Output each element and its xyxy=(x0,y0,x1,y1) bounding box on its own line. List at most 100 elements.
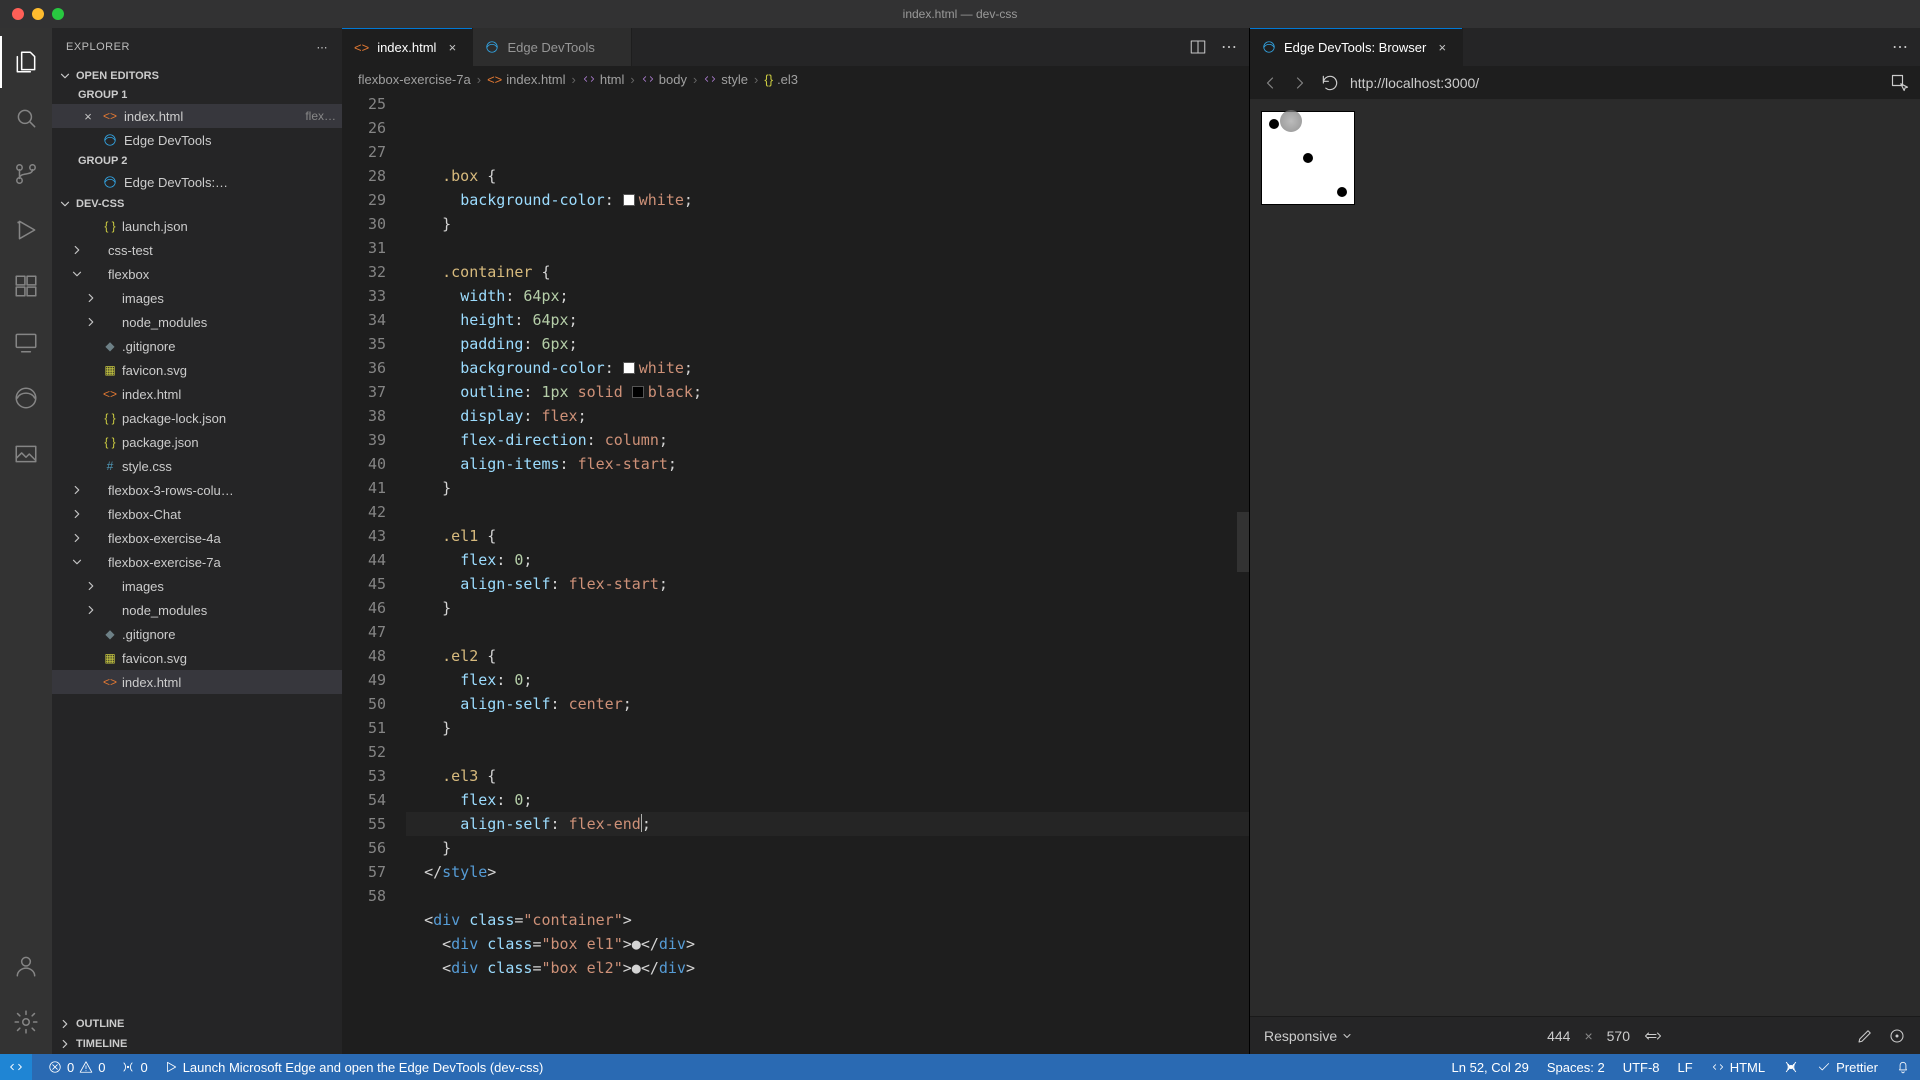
status-launch-task[interactable]: Launch Microsoft Edge and open the Edge … xyxy=(164,1060,544,1075)
activity-screenshot[interactable] xyxy=(0,428,52,480)
activity-scm[interactable] xyxy=(0,148,52,200)
code-line[interactable]: background-color: white; xyxy=(406,356,1249,380)
tree-item[interactable]: css-test xyxy=(52,238,342,262)
close-window-button[interactable] xyxy=(12,8,24,20)
activity-search[interactable] xyxy=(0,92,52,144)
code-line[interactable]: flex: 0; xyxy=(406,668,1249,692)
tree-item[interactable]: images xyxy=(52,574,342,598)
tree-item[interactable]: ▦favicon.svg xyxy=(52,646,342,670)
breadcrumb-item[interactable]: body xyxy=(641,72,687,87)
minimize-window-button[interactable] xyxy=(32,8,44,20)
editor-tab[interactable]: Edge DevTools xyxy=(473,28,631,66)
status-cursor-position[interactable]: Ln 52, Col 29 xyxy=(1452,1060,1529,1075)
code-line[interactable]: display: flex; xyxy=(406,404,1249,428)
breadcrumb-item[interactable]: flexbox-exercise-7a xyxy=(358,72,471,87)
tree-item[interactable]: { }package.json xyxy=(52,430,342,454)
code-line[interactable]: padding: 6px; xyxy=(406,332,1249,356)
activity-remote[interactable] xyxy=(0,316,52,368)
code-line[interactable]: align-self: flex-start; xyxy=(406,572,1249,596)
status-encoding[interactable]: UTF-8 xyxy=(1623,1060,1660,1075)
tree-item[interactable]: flexbox-exercise-4a xyxy=(52,526,342,550)
close-icon[interactable]: × xyxy=(80,109,96,124)
status-ports[interactable]: 0 xyxy=(121,1060,147,1075)
tree-item[interactable]: ▦favicon.svg xyxy=(52,358,342,382)
activity-account[interactable] xyxy=(0,940,52,992)
activity-explorer[interactable] xyxy=(0,36,52,88)
code-line[interactable]: height: 64px; xyxy=(406,308,1249,332)
close-icon[interactable]: × xyxy=(1434,40,1450,55)
browser-reload-button[interactable] xyxy=(1320,73,1340,93)
code-line[interactable]: align-self: center; xyxy=(406,692,1249,716)
code-line[interactable]: <div class="box el2">●</div> xyxy=(406,956,1249,980)
tree-item[interactable]: ◆.gitignore xyxy=(52,334,342,358)
code-line[interactable]: .el1 { xyxy=(406,524,1249,548)
tree-item[interactable]: ◆.gitignore xyxy=(52,622,342,646)
browser-url-input[interactable] xyxy=(1350,75,1880,91)
viewport-width[interactable]: 444 xyxy=(1547,1028,1570,1044)
code-line[interactable] xyxy=(406,236,1249,260)
tree-item[interactable]: node_modules xyxy=(52,598,342,622)
code-content[interactable]: .box { background-color: white; } .conta… xyxy=(406,92,1249,1054)
devtools-target-button[interactable] xyxy=(1888,1027,1906,1045)
code-line[interactable]: .el2 { xyxy=(406,644,1249,668)
code-line[interactable]: background-color: white; xyxy=(406,188,1249,212)
code-line[interactable] xyxy=(406,884,1249,908)
code-line[interactable] xyxy=(406,620,1249,644)
split-editor-icon[interactable] xyxy=(1189,38,1207,56)
tree-item[interactable]: node_modules xyxy=(52,310,342,334)
tree-item[interactable]: flexbox xyxy=(52,262,342,286)
code-editor[interactable]: 2526272829303132333435363738394041424344… xyxy=(342,92,1249,1054)
code-line[interactable]: flex: 0; xyxy=(406,788,1249,812)
code-line[interactable]: .box { xyxy=(406,164,1249,188)
status-problems[interactable]: 0 0 xyxy=(48,1060,105,1075)
code-line[interactable]: </style> xyxy=(406,860,1249,884)
zoom-window-button[interactable] xyxy=(52,8,64,20)
viewport-height[interactable]: 570 xyxy=(1607,1028,1630,1044)
code-line[interactable]: } xyxy=(406,476,1249,500)
tree-item[interactable]: <>index.html xyxy=(52,382,342,406)
status-indentation[interactable]: Spaces: 2 xyxy=(1547,1060,1605,1075)
open-editor-item[interactable]: Edge DevTools xyxy=(52,128,342,152)
open-editor-item[interactable]: ×<>index.htmlflex… xyxy=(52,104,342,128)
code-line[interactable]: <div class="container"> xyxy=(406,908,1249,932)
breadcrumb-item[interactable]: <>index.html xyxy=(487,72,565,87)
browser-forward-button[interactable] xyxy=(1290,73,1310,93)
code-line[interactable]: width: 64px; xyxy=(406,284,1249,308)
editor-tab[interactable]: <>index.html× xyxy=(342,28,473,66)
activity-settings[interactable] xyxy=(0,996,52,1048)
code-line[interactable] xyxy=(406,740,1249,764)
code-line[interactable]: } xyxy=(406,212,1249,236)
browser-back-button[interactable] xyxy=(1260,73,1280,93)
project-section[interactable]: DEV-CSS xyxy=(52,194,342,214)
activity-extensions[interactable] xyxy=(0,260,52,312)
tree-item[interactable]: { }launch.json xyxy=(52,214,342,238)
edit-button[interactable] xyxy=(1856,1027,1874,1045)
tree-item[interactable]: <>index.html xyxy=(52,670,342,694)
remote-indicator[interactable] xyxy=(0,1054,32,1080)
status-eol[interactable]: LF xyxy=(1678,1060,1693,1075)
minimap-slider[interactable] xyxy=(1237,512,1249,572)
close-icon[interactable]: × xyxy=(444,40,460,55)
outline-section[interactable]: OUTLINE xyxy=(52,1014,342,1034)
activity-edge-devtools[interactable] xyxy=(0,372,52,424)
tree-item[interactable]: { }package-lock.json xyxy=(52,406,342,430)
activity-debug[interactable] xyxy=(0,204,52,256)
code-line[interactable]: } xyxy=(406,716,1249,740)
editor-more-button[interactable]: ⋯ xyxy=(1221,37,1237,57)
breadcrumbs[interactable]: flexbox-exercise-7a›<>index.html›html›bo… xyxy=(342,66,1249,92)
status-language[interactable]: HTML xyxy=(1711,1060,1765,1075)
breadcrumb-item[interactable]: {}.el3 xyxy=(764,72,798,87)
timeline-section[interactable]: TIMELINE xyxy=(52,1034,342,1054)
code-line[interactable]: align-self: flex-end; xyxy=(406,812,1249,836)
sidebar-more-button[interactable]: ⋯ xyxy=(317,41,329,54)
code-line[interactable]: outline: 1px solid black; xyxy=(406,380,1249,404)
tree-item[interactable]: images xyxy=(52,286,342,310)
open-editors-section[interactable]: OPEN EDITORS xyxy=(52,66,342,86)
code-line[interactable]: .el3 { xyxy=(406,764,1249,788)
code-line[interactable]: <div class="box el1">●</div> xyxy=(406,932,1249,956)
status-notifications[interactable] xyxy=(1896,1060,1910,1074)
tree-item[interactable]: flexbox-3-rows-colu… xyxy=(52,478,342,502)
code-line[interactable]: } xyxy=(406,836,1249,860)
breadcrumb-item[interactable]: html xyxy=(582,72,625,87)
breadcrumb-item[interactable]: style xyxy=(703,72,748,87)
